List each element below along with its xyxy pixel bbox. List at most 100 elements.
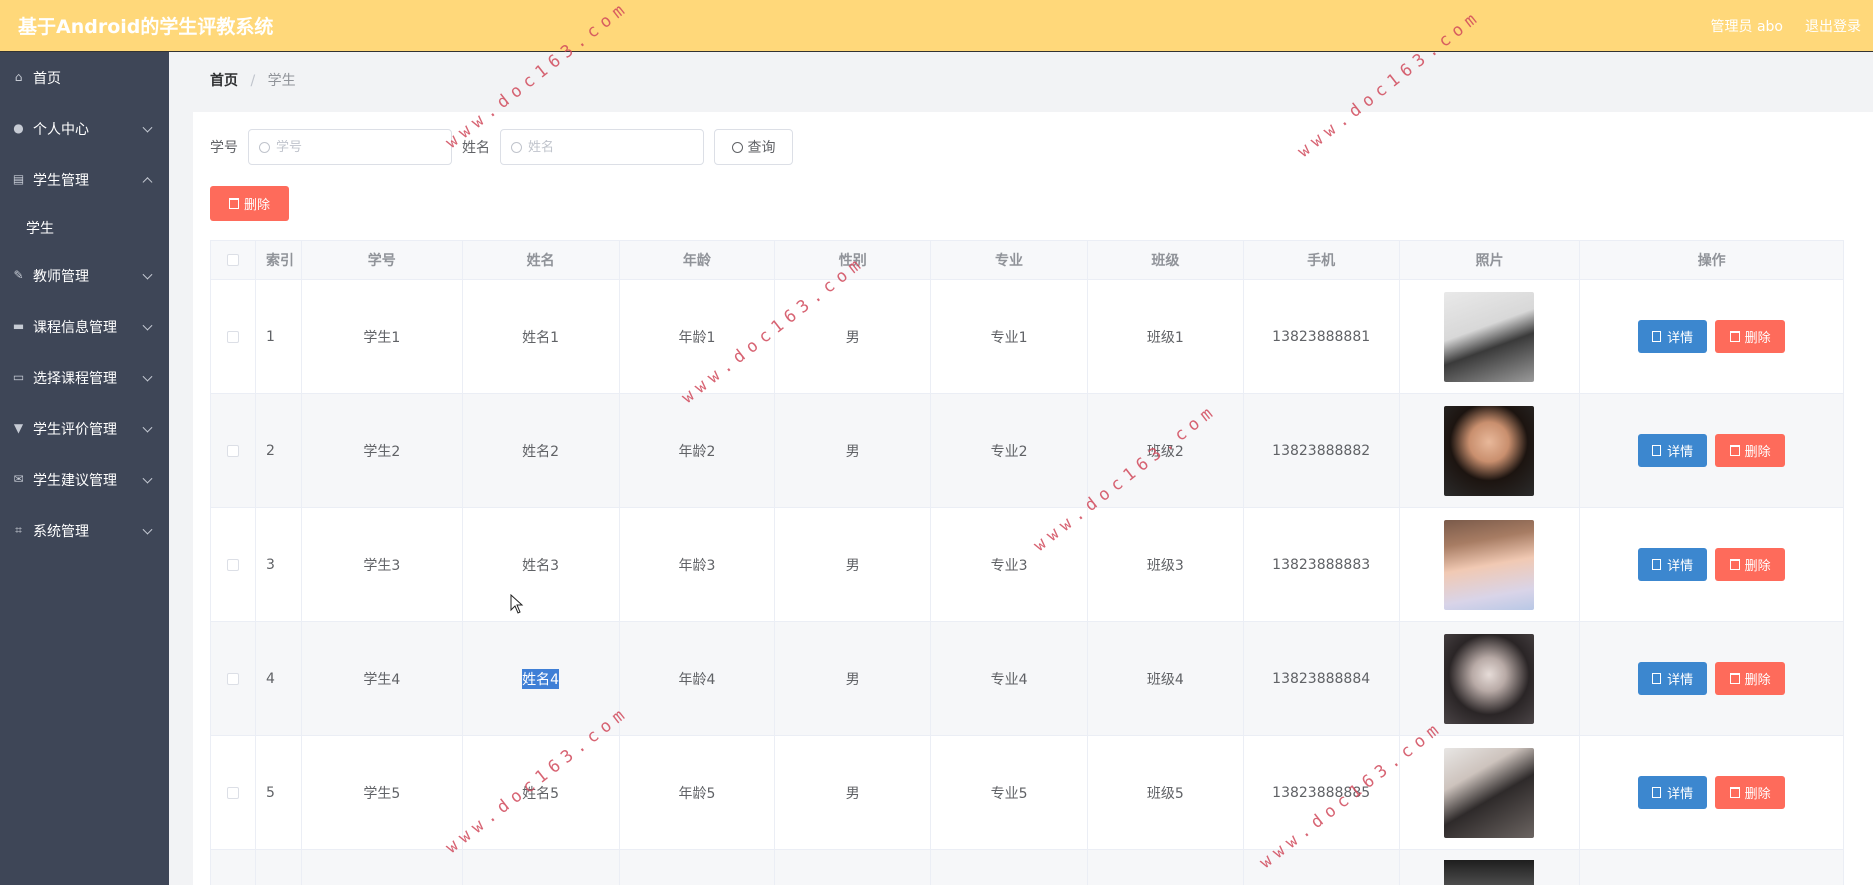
header-class: 班级 bbox=[1088, 241, 1244, 279]
delete-button[interactable]: 删除 bbox=[1715, 434, 1786, 467]
student-no-search-box[interactable] bbox=[248, 129, 452, 165]
cell-photo bbox=[1400, 394, 1581, 507]
row-checkbox[interactable] bbox=[226, 672, 239, 685]
top-header: 基于Android的学生评教系统 管理员 abo 退出登录 bbox=[0, 0, 1873, 52]
cell-name: 姓名5 bbox=[463, 736, 620, 849]
trash-icon bbox=[1729, 673, 1740, 684]
search-form: 学号 姓名 查询 bbox=[210, 129, 793, 165]
cell-gender: 男 bbox=[775, 280, 932, 393]
sidebar-item-student-management[interactable]: ▤ 学生管理 bbox=[0, 154, 169, 205]
breadcrumb-separator: / bbox=[250, 73, 256, 89]
content-card: 学号 姓名 查询 删除 索引 学号 姓名 bbox=[193, 112, 1873, 885]
row-select-cell bbox=[211, 850, 256, 885]
row-checkbox[interactable] bbox=[226, 786, 239, 799]
detail-button[interactable]: 详情 bbox=[1638, 776, 1708, 809]
student-photo bbox=[1444, 633, 1535, 724]
breadcrumb-home[interactable]: 首页 bbox=[210, 73, 238, 89]
main-content: 首页 / 学生 学号 姓名 查询 删除 bbox=[169, 52, 1873, 885]
sidebar-item-label: 学生评价管理 bbox=[33, 421, 117, 438]
cell-gender: 男 bbox=[775, 508, 932, 621]
home-icon: ⌂ bbox=[14, 70, 23, 84]
detail-button[interactable]: 详情 bbox=[1638, 320, 1708, 353]
cell-phone: 13823888883 bbox=[1244, 508, 1400, 621]
cell-phone: 13823888884 bbox=[1244, 622, 1400, 735]
cell-index: 2 bbox=[256, 394, 302, 507]
cell-photo bbox=[1400, 622, 1581, 735]
breadcrumb-current: 学生 bbox=[267, 73, 296, 89]
table-row: 2 学生2 姓名2 年龄2 男 专业2 班级2 13823888882 详情 删… bbox=[210, 394, 1844, 508]
trash-icon bbox=[1729, 445, 1740, 456]
student-table: 索引 学号 姓名 年龄 性别 专业 班级 手机 照片 操作 1 学生1 姓名1 … bbox=[210, 240, 1844, 885]
detail-button[interactable]: 详情 bbox=[1638, 548, 1708, 581]
name-input[interactable] bbox=[528, 139, 688, 155]
breadcrumb: 首页 / 学生 bbox=[210, 70, 296, 90]
delete-button[interactable]: 删除 bbox=[1715, 320, 1786, 353]
cell-actions: 详情 删除 bbox=[1580, 736, 1843, 849]
detail-button-label: 详情 bbox=[1667, 787, 1694, 802]
sidebar-subitem-label: 学生 bbox=[26, 220, 54, 237]
chevron-down-icon bbox=[142, 269, 153, 280]
app-title: 基于Android的学生评教系统 bbox=[18, 16, 274, 38]
sidebar-item-home[interactable]: ⌂ 首页 bbox=[0, 52, 169, 103]
detail-button[interactable]: 详情 bbox=[1638, 662, 1708, 695]
student-photo bbox=[1444, 291, 1535, 382]
student-no-input[interactable] bbox=[276, 139, 436, 155]
sidebar-item-system-management[interactable]: ⌗ 系统管理 bbox=[0, 505, 169, 556]
trash-icon bbox=[1729, 331, 1740, 342]
chevron-down-icon bbox=[142, 524, 153, 535]
query-button-label: 查询 bbox=[747, 140, 776, 156]
document-icon bbox=[1652, 787, 1662, 798]
cell-age: 年龄1 bbox=[620, 280, 776, 393]
sidebar-item-personal-center[interactable]: ● 个人中心 bbox=[0, 103, 169, 154]
sidebar-subitem-student[interactable]: 学生 bbox=[0, 205, 169, 250]
select-all-checkbox[interactable] bbox=[226, 254, 239, 266]
cell-student-no bbox=[302, 850, 463, 885]
cell-age: 年龄3 bbox=[620, 508, 776, 621]
table-row: 5 学生5 姓名5 年龄5 男 专业5 班级5 13823888885 详情 删… bbox=[210, 736, 1844, 850]
row-select-cell bbox=[211, 394, 256, 507]
sidebar-item-student-suggestion-management[interactable]: ✉ 学生建议管理 bbox=[0, 454, 169, 505]
admin-user-label: 管理员 abo bbox=[1710, 18, 1783, 35]
cell-index: 4 bbox=[256, 622, 302, 735]
query-button[interactable]: 查询 bbox=[714, 129, 793, 165]
delete-button[interactable]: 删除 bbox=[1715, 548, 1786, 581]
header-gender: 性别 bbox=[775, 241, 932, 279]
row-checkbox[interactable] bbox=[226, 558, 239, 571]
sidebar-item-label: 选择课程管理 bbox=[33, 370, 117, 387]
cell-age bbox=[620, 850, 776, 885]
delete-button-label: 删除 bbox=[1744, 331, 1771, 346]
student-no-label: 学号 bbox=[210, 140, 238, 156]
sidebar-item-teacher-management[interactable]: ✎ 教师管理 bbox=[0, 250, 169, 301]
cell-major: 专业5 bbox=[931, 736, 1088, 849]
name-search-box[interactable] bbox=[500, 129, 704, 165]
delete-button-label: 删除 bbox=[1744, 559, 1771, 574]
cell-class bbox=[1088, 850, 1244, 885]
row-select-cell bbox=[211, 736, 256, 849]
sidebar-item-course-info-management[interactable]: ▬ 课程信息管理 bbox=[0, 301, 169, 352]
delete-button[interactable]: 删除 bbox=[1715, 662, 1786, 695]
sidebar-item-student-evaluation-management[interactable]: ▼ 学生评价管理 bbox=[0, 403, 169, 454]
detail-button[interactable]: 详情 bbox=[1638, 434, 1708, 467]
detail-button-label: 详情 bbox=[1667, 445, 1694, 460]
cell-major: 专业4 bbox=[931, 622, 1088, 735]
delete-button[interactable]: 删除 bbox=[1715, 776, 1786, 809]
student-photo bbox=[1444, 860, 1535, 885]
row-select-cell bbox=[211, 622, 256, 735]
card-icon: ▭ bbox=[12, 370, 25, 384]
cell-gender: 男 bbox=[775, 622, 932, 735]
cell-actions: 详情 删除 bbox=[1580, 508, 1843, 621]
document-icon bbox=[1652, 331, 1662, 342]
name-label: 姓名 bbox=[462, 140, 490, 156]
logout-link[interactable]: 退出登录 bbox=[1805, 16, 1861, 36]
sidebar-item-label: 学生管理 bbox=[33, 172, 89, 189]
row-checkbox[interactable] bbox=[226, 444, 239, 457]
delete-button-label: 删除 bbox=[1744, 673, 1771, 688]
trash-icon bbox=[1729, 787, 1740, 798]
crop-icon: ⌗ bbox=[15, 523, 22, 537]
sidebar-item-course-selection-management[interactable]: ▭ 选择课程管理 bbox=[0, 352, 169, 403]
row-checkbox[interactable] bbox=[226, 330, 239, 343]
header-major: 专业 bbox=[931, 241, 1088, 279]
chevron-down-icon bbox=[142, 320, 153, 331]
batch-delete-button[interactable]: 删除 bbox=[210, 186, 289, 221]
ticket-icon: ▬ bbox=[12, 319, 25, 333]
